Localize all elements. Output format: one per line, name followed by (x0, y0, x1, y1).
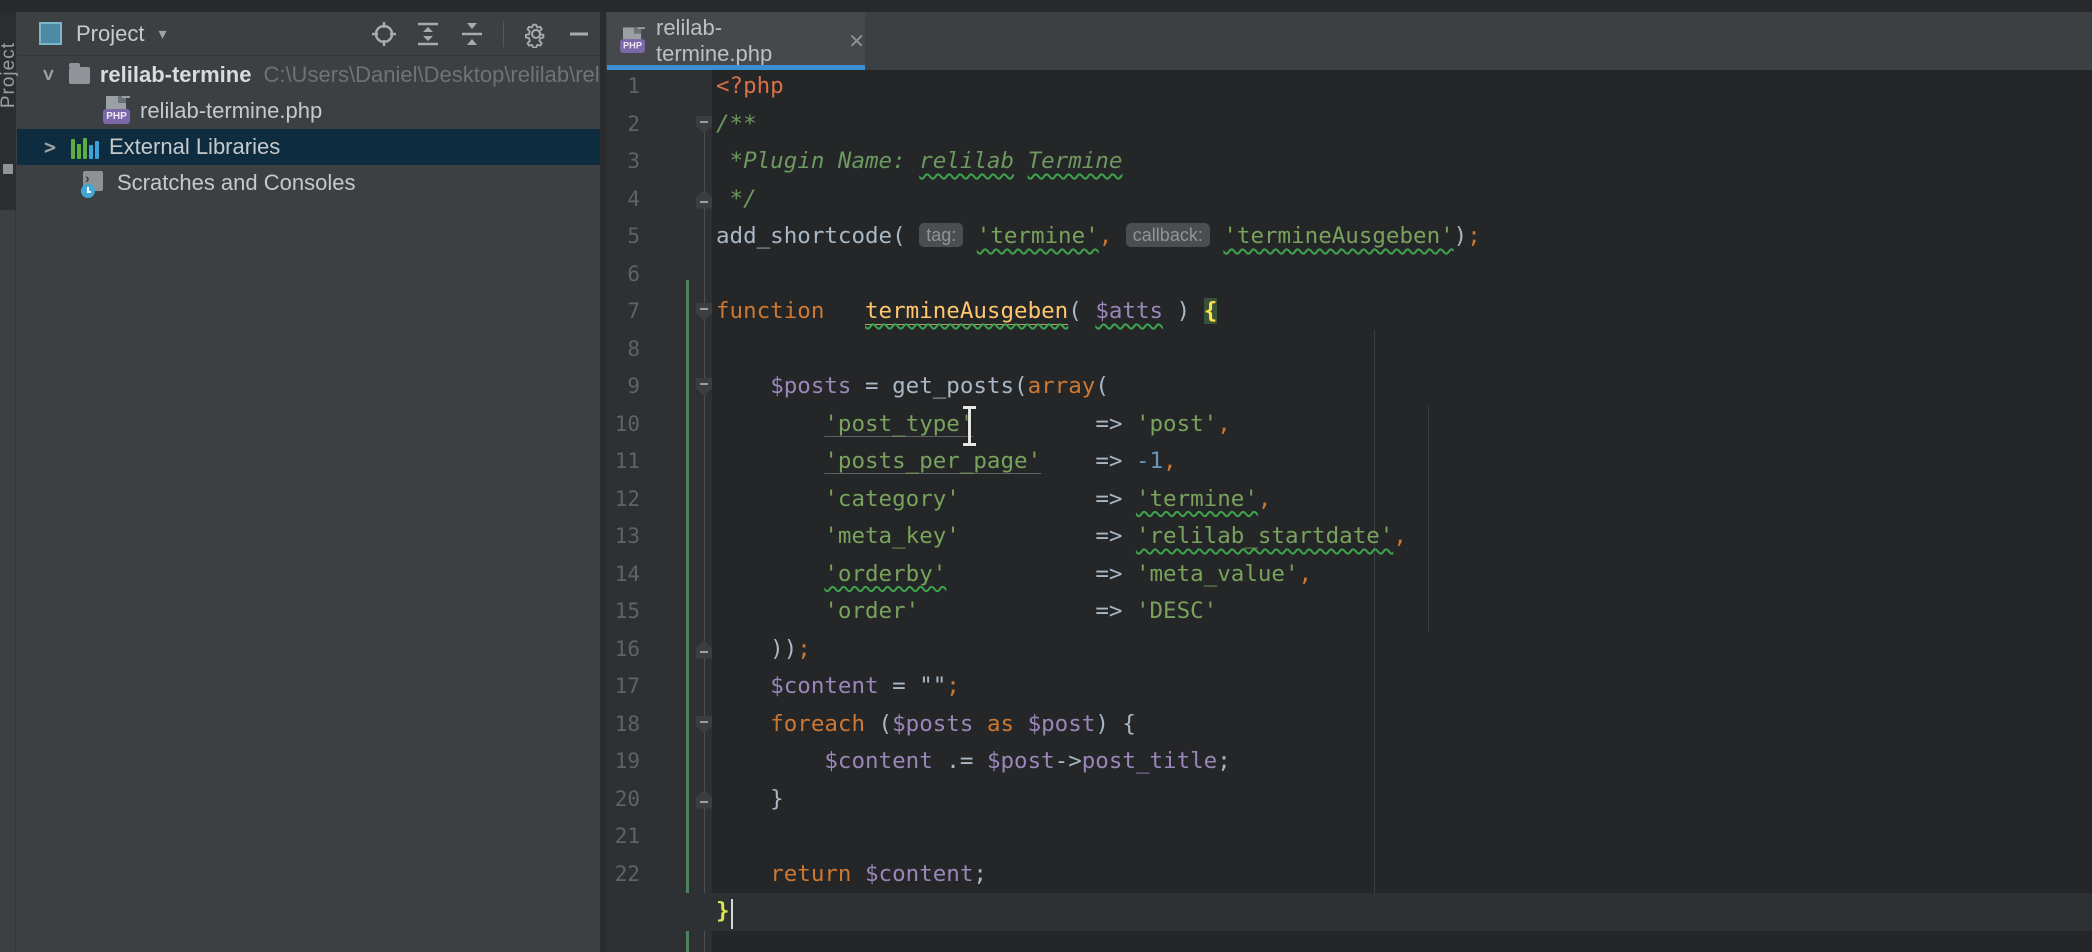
code-line[interactable]: $posts = get_posts(array( (606, 368, 2092, 406)
locate-file-icon[interactable] (371, 21, 397, 47)
code-line[interactable]: 'orderby' => 'meta_value', (606, 556, 2092, 594)
parameter-hint: tag: (919, 223, 963, 247)
hide-panel-icon[interactable] (568, 21, 590, 47)
code-line[interactable]: function termineAusgeben( $atts ) { (606, 293, 2092, 331)
project-root-label: relilab-termine (100, 62, 252, 88)
code-line[interactable]: )); (606, 631, 2092, 669)
tool-window-stripe: Project (0, 12, 16, 952)
code-line[interactable]: 'order' => 'DESC' (606, 593, 2092, 631)
external-libraries-label: External Libraries (109, 134, 280, 160)
code-line[interactable]: */ (606, 181, 2092, 219)
project-tree: > relilab-termine C:\Users\Daniel\Deskto… (17, 57, 600, 201)
tab-relilab-termine-php[interactable]: PHP relilab-termine.php ✕ (607, 12, 865, 70)
php-file-label: relilab-termine.php (140, 98, 322, 124)
code-line[interactable]: 'posts_per_page' => -1, (606, 443, 2092, 481)
project-panel: Project ▾ > relilab-termine (17, 12, 600, 952)
php-file-icon: PHP (103, 96, 130, 126)
parameter-hint: callback: (1126, 223, 1210, 247)
scratches-icon: › (81, 170, 107, 196)
collapse-all-icon[interactable] (459, 21, 485, 47)
code-line[interactable] (606, 256, 2092, 294)
code-line[interactable]: } (606, 893, 2092, 931)
code-line[interactable]: add_shortcode( tag: 'termine', callback:… (606, 218, 2092, 256)
project-stripe-label: Project (0, 42, 18, 108)
code-line[interactable]: $content = ""; (606, 668, 2092, 706)
folder-icon (69, 67, 90, 84)
chevron-collapsed-icon[interactable]: > (41, 135, 59, 159)
editor-tab-bar: PHP relilab-termine.php ✕ (606, 12, 2092, 70)
settings-gear-icon[interactable] (522, 20, 550, 48)
tool-window-icon (3, 164, 13, 174)
code-line[interactable]: $content .= $post->post_title; (606, 743, 2092, 781)
project-view-icon (39, 22, 62, 45)
toolbar-separator (503, 21, 504, 47)
tree-row-project-root[interactable]: > relilab-termine C:\Users\Daniel\Deskto… (17, 57, 600, 93)
chevron-expanded-icon[interactable]: > (37, 67, 61, 83)
mouse-ibeam-cursor (958, 406, 980, 446)
panel-editor-splitter[interactable] (600, 12, 606, 952)
code-line[interactable]: return $content; (606, 856, 2092, 894)
window-top-strip (0, 0, 2092, 12)
library-icon (71, 135, 99, 159)
tree-row-scratches[interactable]: › Scratches and Consoles (17, 165, 600, 201)
code-line[interactable] (606, 818, 2092, 856)
code-line[interactable] (606, 331, 2092, 369)
tree-row-external-libraries[interactable]: > External Libraries (17, 129, 600, 165)
code-line[interactable]: *Plugin Name: relilab Termine (606, 143, 2092, 181)
code-line[interactable]: 'category' => 'termine', (606, 481, 2092, 519)
tab-title: relilab-termine.php (656, 15, 832, 67)
panel-actions (371, 12, 590, 56)
chevron-down-icon[interactable]: ▾ (158, 24, 166, 44)
php-file-icon: PHP (620, 27, 645, 55)
scratches-label: Scratches and Consoles (117, 170, 355, 196)
project-stripe-button[interactable]: Project (0, 12, 16, 210)
tree-row-php-file[interactable]: PHP relilab-termine.php (17, 93, 600, 129)
code-line[interactable]: /** (606, 106, 2092, 144)
code-line[interactable]: 'post_type' => 'post', (606, 406, 2092, 444)
code-line[interactable]: <?php (606, 70, 2092, 106)
code-line[interactable]: } (606, 781, 2092, 819)
panel-title[interactable]: Project (76, 21, 144, 47)
code-line[interactable]: 'meta_key' => 'relilab_startdate', (606, 518, 2092, 556)
expand-all-icon[interactable] (415, 21, 441, 47)
code-line[interactable]: foreach ($posts as $post) { (606, 706, 2092, 744)
editor-body[interactable]: 1<?php2/**3 *Plugin Name: relilab Termin… (606, 70, 2092, 952)
editor-pane: PHP relilab-termine.php ✕ 1<?php2/**3 *P… (606, 0, 2092, 952)
text-caret (731, 899, 733, 929)
close-icon[interactable]: ✕ (848, 29, 865, 54)
project-panel-header: Project ▾ (17, 12, 600, 56)
project-root-path: C:\Users\Daniel\Desktop\relilab\relilab-… (263, 62, 600, 88)
